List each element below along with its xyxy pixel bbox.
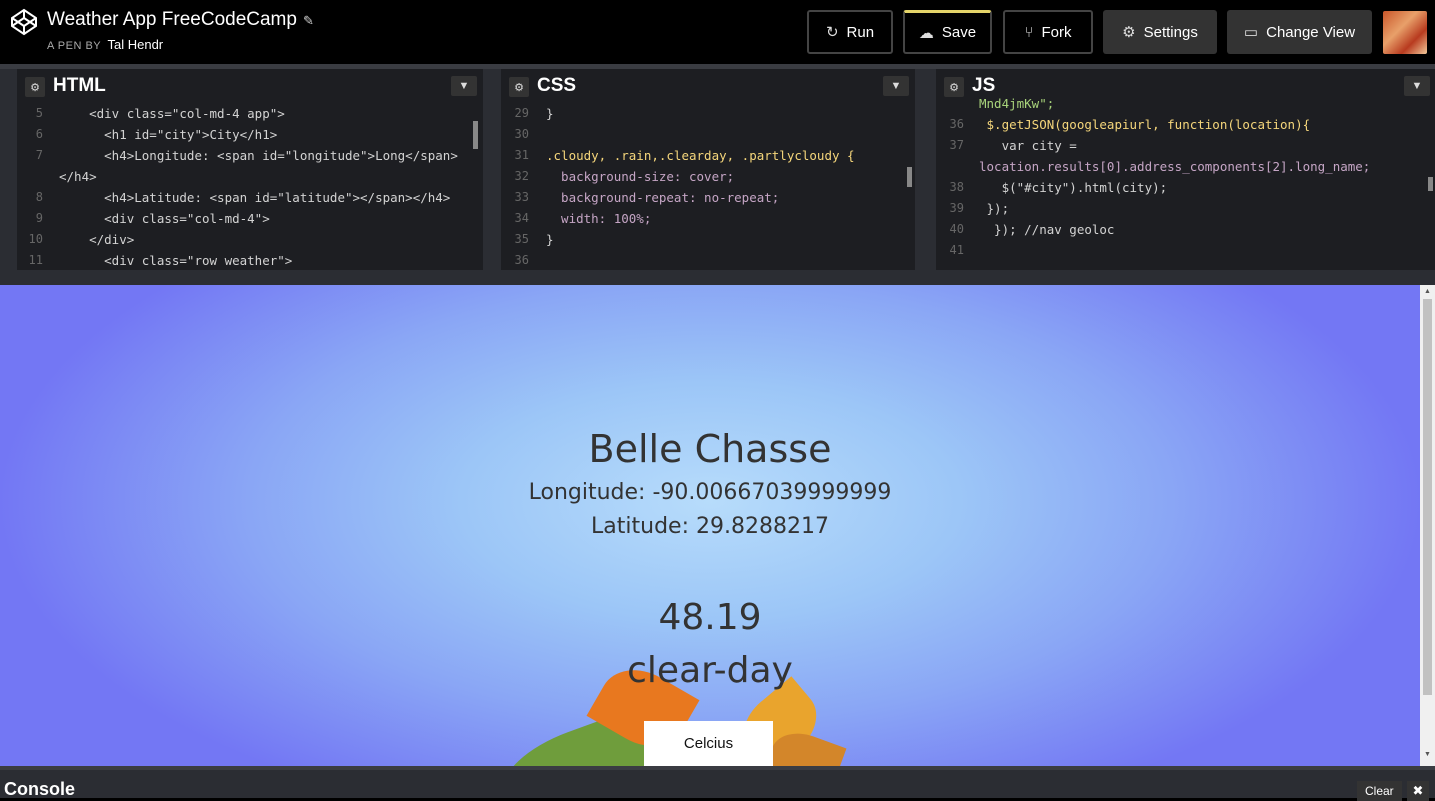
fork-label: Fork xyxy=(1041,23,1072,41)
unit-toggle-button[interactable]: Celcius xyxy=(644,721,773,766)
pen-title-text: Weather App FreeCodeCamp xyxy=(47,9,297,30)
chevron-down-icon[interactable]: ▼ xyxy=(883,76,909,96)
html-scrollbar[interactable] xyxy=(473,121,478,149)
preview-scrollbar[interactable]: ▲ ▼ xyxy=(1420,285,1435,766)
pen-author-line: A PEN BY Tal Hendr xyxy=(47,37,163,52)
preview-pane: Belle Chasse Longitude: -90.006670399999… xyxy=(0,285,1420,766)
chevron-down-icon[interactable]: ▼ xyxy=(451,76,477,96)
console-title[interactable]: Console xyxy=(4,779,75,800)
scroll-down-icon[interactable]: ▼ xyxy=(1424,751,1431,758)
scroll-up-icon[interactable]: ▲ xyxy=(1424,288,1431,295)
city-heading: Belle Chasse xyxy=(588,427,832,471)
css-scrollbar[interactable] xyxy=(907,167,912,187)
latitude-text: Latitude: 29.8288217 xyxy=(591,514,829,539)
console-bar: Console Clear ✖ xyxy=(0,766,1435,801)
save-label: Save xyxy=(941,24,977,41)
gear-icon[interactable]: ⚙ xyxy=(25,77,45,97)
pen-by-label: A PEN BY xyxy=(47,40,101,52)
html-editor-title: HTML xyxy=(53,75,106,96)
css-editor-header: ⚙ CSS ▼ xyxy=(501,69,915,103)
temperature-value: 48.19 xyxy=(658,597,762,638)
header: Weather App FreeCodeCamp ✎ A PEN BY Tal H… xyxy=(0,0,1435,64)
scrollbar-thumb[interactable] xyxy=(1423,299,1432,695)
change-view-button[interactable]: ▭ Change View xyxy=(1227,10,1372,54)
gear-icon[interactable]: ⚙ xyxy=(944,77,964,97)
layout-icon: ▭ xyxy=(1243,24,1259,41)
fork-icon: ⑂ xyxy=(1024,23,1034,41)
close-icon[interactable]: ✖ xyxy=(1407,781,1429,801)
js-code[interactable]: Mnd4jmKw"; 36 $.getJSON(googleapiurl, fu… xyxy=(936,96,1435,270)
author-link[interactable]: Tal Hendr xyxy=(108,37,164,52)
js-editor[interactable]: ⚙ JS ▼ Mnd4jmKw"; 36 $.getJSON(googleapi… xyxy=(936,69,1435,270)
codepen-logo-icon[interactable] xyxy=(10,8,38,36)
avatar[interactable] xyxy=(1383,11,1427,54)
html-code[interactable]: 5 <div class="col-md-4 app"> 6 <h1 id="c… xyxy=(17,103,483,270)
css-editor[interactable]: ⚙ CSS ▼ 29} 30 31 .cloudy, .rain,.clearda… xyxy=(501,69,915,270)
editors-panel: ⚙ HTML ▼ 5 <div class="col-md-4 app"> 6 … xyxy=(0,64,1435,270)
js-scrollbar[interactable] xyxy=(1428,177,1433,191)
chevron-down-icon[interactable]: ▼ xyxy=(1404,76,1430,96)
css-code[interactable]: 29} 30 31 .cloudy, .rain,.clearday, .part… xyxy=(501,103,915,270)
settings-label: Settings xyxy=(1143,23,1198,41)
longitude-text: Longitude: -90.00667039999999 xyxy=(528,480,892,505)
resize-handle[interactable] xyxy=(0,270,1435,285)
pen-title[interactable]: Weather App FreeCodeCamp ✎ xyxy=(47,9,314,31)
save-button[interactable]: ☁ Save xyxy=(903,10,992,54)
gear-icon[interactable]: ⚙ xyxy=(509,77,529,97)
weather-condition: clear-day xyxy=(627,650,793,691)
run-button[interactable]: ↻ Run xyxy=(807,10,893,54)
change-view-label: Change View xyxy=(1266,23,1356,41)
run-label: Run xyxy=(846,23,875,41)
clear-button[interactable]: Clear xyxy=(1357,781,1402,801)
settings-button[interactable]: ⚙ Settings xyxy=(1103,10,1217,54)
css-editor-title: CSS xyxy=(537,75,577,96)
gear-icon: ⚙ xyxy=(1122,24,1136,41)
refresh-icon: ↻ xyxy=(825,24,839,41)
cloud-icon: ☁ xyxy=(918,24,934,42)
html-editor-header: ⚙ HTML ▼ xyxy=(17,69,483,103)
fork-button[interactable]: ⑂ Fork xyxy=(1003,10,1093,54)
html-editor[interactable]: ⚙ HTML ▼ 5 <div class="col-md-4 app"> 6 … xyxy=(17,69,483,270)
pencil-icon[interactable]: ✎ xyxy=(303,13,314,28)
